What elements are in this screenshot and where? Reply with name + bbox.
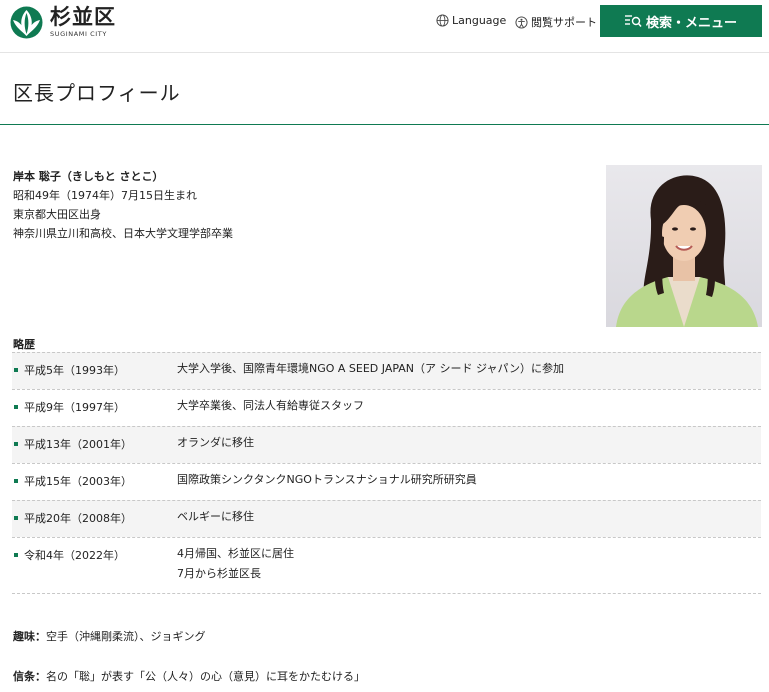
career-date: 令和4年（2022年） xyxy=(24,549,125,562)
profile-name: 岸本 聡子（きしもと さとこ） xyxy=(13,170,164,183)
accessibility-label: 閲覧サポート xyxy=(531,16,597,29)
mayor-portrait xyxy=(606,165,762,327)
suginami-emblem-icon xyxy=(10,6,43,38)
hobby-text: 空手（沖縄剛柔流）、ジョギング xyxy=(46,630,206,643)
career-description: 4月帰国、杉並区に居住 7月から杉並区長 xyxy=(177,544,294,584)
career-description-line: 大学入学後、国際青年環境NGO A SEED JAPAN（ア シード ジャパン）… xyxy=(177,362,565,375)
career-description: 大学卒業後、同法人有給専従スタッフ xyxy=(177,396,364,416)
motto-text: 名の「聡」が表す「公（人々）の心（意見）に耳をかたむける」 xyxy=(46,670,365,683)
career-description: 国際政策シンクタンクNGOトランスナショナル研究所研究員 xyxy=(177,470,477,490)
career-row: 平成13年（2001年） オランダに移住 xyxy=(12,426,761,463)
career-description-line: 7月から杉並区長 xyxy=(177,567,261,580)
bullet-square-icon xyxy=(14,405,18,409)
career-row: 平成9年（1997年） 大学卒業後、同法人有給専従スタッフ xyxy=(12,389,761,426)
search-menu-button[interactable]: 検索・メニュー xyxy=(600,5,762,37)
career-row: 平成20年（2008年） ベルギーに移住 xyxy=(12,500,761,537)
site-header: 杉並区 SUGINAMI CITY Language 閲覧サポート 検索・メニュ… xyxy=(0,0,769,53)
profile-origin: 東京都大田区出身 xyxy=(13,208,101,221)
logo-subtitle: SUGINAMI CITY xyxy=(50,30,107,38)
globe-icon xyxy=(436,14,449,27)
search-menu-label: 検索・メニュー xyxy=(645,14,737,30)
motto-line: 信条：名の「聡」が表す「公（人々）の心（意見）に耳をかたむける」 xyxy=(13,668,365,684)
career-description-line: 国際政策シンクタンクNGOトランスナショナル研究所研究員 xyxy=(177,473,477,486)
bullet-square-icon xyxy=(14,442,18,446)
career-row: 平成15年（2003年） 国際政策シンクタンクNGOトランスナショナル研究所研究員 xyxy=(12,463,761,500)
portrait-photo xyxy=(606,165,762,327)
career-description-line: オランダに移住 xyxy=(177,436,254,449)
career-date: 平成13年（2001年） xyxy=(24,438,132,451)
career-description-line: ベルギーに移住 xyxy=(177,510,254,523)
career-description-line: 大学卒業後、同法人有給専従スタッフ xyxy=(177,399,364,412)
career-row: 平成5年（1993年） 大学入学後、国際青年環境NGO A SEED JAPAN（… xyxy=(12,352,761,389)
logo-title: 杉並区 xyxy=(50,5,116,29)
profile-summary: 岸本 聡子（きしもと さとこ） 昭和49年（1974年）7月15日生まれ 東京都… xyxy=(13,167,233,243)
hobby-line: 趣味：空手（沖縄剛柔流）、ジョギング xyxy=(13,628,206,644)
bullet-square-icon xyxy=(14,368,18,372)
career-date: 平成9年（1997年） xyxy=(24,401,125,414)
bullet-square-icon xyxy=(14,479,18,483)
page-title-bar: 区長プロフィール xyxy=(0,53,769,125)
career-description: ベルギーに移住 xyxy=(177,507,254,527)
profile-birth: 昭和49年（1974年）7月15日生まれ xyxy=(13,189,197,202)
accessibility-support-link[interactable]: 閲覧サポート xyxy=(515,14,597,30)
career-description: オランダに移住 xyxy=(177,433,254,453)
bullet-square-icon xyxy=(14,516,18,520)
bullet-square-icon xyxy=(14,553,18,557)
search-menu-icon xyxy=(624,15,642,27)
language-link[interactable]: Language xyxy=(436,14,506,27)
career-date: 平成15年（2003年） xyxy=(24,475,132,488)
career-list: 平成5年（1993年） 大学入学後、国際青年環境NGO A SEED JAPAN（… xyxy=(12,352,761,594)
career-heading: 略歴 xyxy=(13,338,35,351)
career-date: 平成20年（2008年） xyxy=(24,512,132,525)
motto-label: 信条： xyxy=(13,670,46,683)
accessibility-icon xyxy=(515,15,528,29)
site-logo[interactable]: 杉並区 SUGINAMI CITY xyxy=(10,5,116,39)
career-date: 平成5年（1993年） xyxy=(24,364,125,377)
hobby-label: 趣味： xyxy=(13,630,46,643)
career-row: 令和4年（2022年） 4月帰国、杉並区に居住 7月から杉並区長 xyxy=(12,537,761,594)
page-title: 区長プロフィール xyxy=(13,81,181,105)
profile-education: 神奈川県立川和高校、日本大学文理学部卒業 xyxy=(13,227,233,240)
career-description-line: 4月帰国、杉並区に居住 xyxy=(177,547,294,560)
language-label: Language xyxy=(452,14,507,27)
career-description: 大学入学後、国際青年環境NGO A SEED JAPAN（ア シード ジャパン）… xyxy=(177,359,564,379)
